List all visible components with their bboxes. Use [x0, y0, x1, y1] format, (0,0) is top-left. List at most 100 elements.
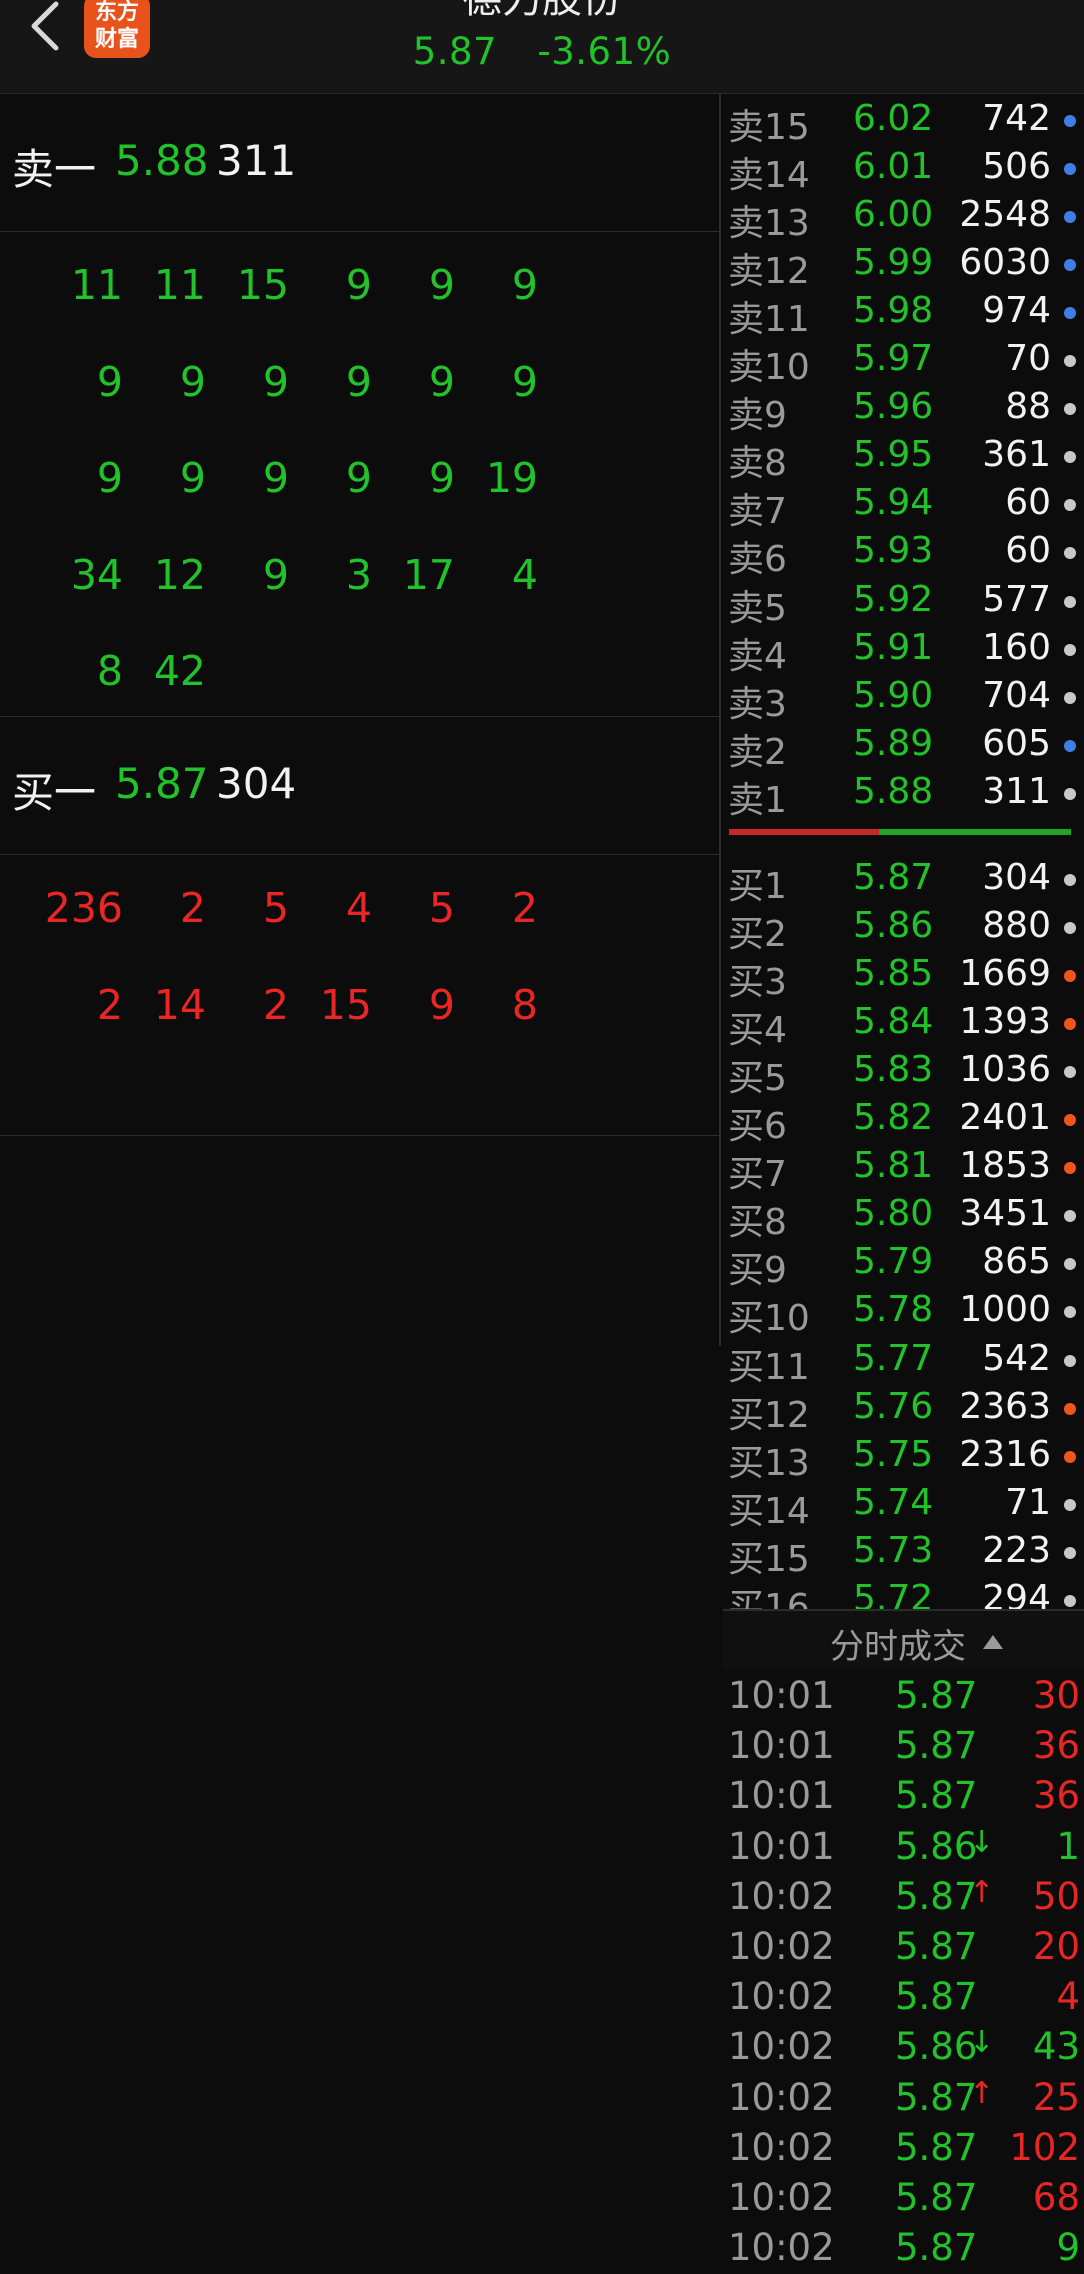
depth-volume: 1000 [959, 1289, 1051, 1330]
stock-name: 德力股份 [0, 0, 1084, 24]
sort-up-triangle-icon[interactable] [983, 1635, 1003, 1649]
depth-row[interactable]: 卖8 5.95 361 [723, 430, 1084, 484]
depth-price: 5.83 [853, 1049, 934, 1090]
depth-row[interactable]: 买2 5.86 880 [723, 901, 1084, 955]
order-dot-icon [1064, 644, 1076, 656]
depth-volume: 223 [982, 1530, 1051, 1571]
depth-row[interactable]: 卖11 5.98 974 [723, 286, 1084, 340]
depth-row[interactable]: 卖2 5.89 605 [723, 719, 1084, 773]
depth-row[interactable]: 买11 5.77 542 [723, 1334, 1084, 1388]
depth-panel[interactable]: 卖15 6.02 742 卖14 6.01 506 卖13 6.00 2548 卖12 5.99 60… [723, 94, 1084, 2269]
bid1-order-queue: 236 2 5 4 5 2 2 14 2 15 9 8 [0, 856, 719, 1136]
depth-price: 5.87 [853, 857, 934, 898]
depth-row[interactable]: 卖13 6.00 2548 [723, 190, 1084, 244]
depth-volume: 605 [982, 723, 1051, 764]
depth-volume: 577 [982, 579, 1051, 620]
bid1-label: 买一 [12, 768, 97, 817]
depth-row[interactable]: 买8 5.80 3451 [723, 1189, 1084, 1243]
depth-row[interactable]: 买15 5.73 223 [723, 1526, 1084, 1580]
trade-volume: 4 [1056, 1975, 1080, 2018]
order-dot-icon [1064, 1499, 1076, 1511]
depth-volume: 1853 [959, 1145, 1051, 1186]
trade-time: 10:02 [728, 2176, 835, 2219]
depth-row[interactable]: 买12 5.76 2363 [723, 1382, 1084, 1436]
depth-row[interactable]: 买5 5.83 1036 [723, 1045, 1084, 1099]
order-dot-icon [1064, 1258, 1076, 1270]
trade-row: 10:02 5.87 ↑ 50 [723, 1873, 1084, 1923]
depth-row[interactable]: 买13 5.75 2316 [723, 1430, 1084, 1484]
trade-price: 5.87 [895, 2226, 978, 2269]
depth-row[interactable]: 卖7 5.94 60 [723, 478, 1084, 532]
trade-time: 10:01 [728, 1674, 835, 1717]
order-dot-icon [1064, 740, 1076, 752]
depth-volume: 1036 [959, 1049, 1051, 1090]
trade-row: 10:02 5.87 20 [723, 1923, 1084, 1973]
depth-row[interactable]: 卖9 5.96 88 [723, 382, 1084, 436]
depth-price: 5.76 [853, 1386, 934, 1427]
trade-volume: 1 [1056, 1825, 1080, 1868]
depth-volume: 71 [1005, 1482, 1051, 1523]
depth-price: 5.74 [853, 1482, 934, 1523]
depth-price: 5.86 [853, 905, 934, 946]
depth-row[interactable]: 卖15 6.02 742 [723, 94, 1084, 148]
depth-row[interactable]: 买4 5.84 1393 [723, 997, 1084, 1051]
depth-volume: 311 [982, 771, 1051, 812]
trade-price: 5.86 [895, 1825, 978, 1868]
trade-volume: 36 [1032, 1724, 1080, 1767]
depth-row[interactable]: 卖6 5.93 60 [723, 526, 1084, 580]
depth-row[interactable]: 卖4 5.91 160 [723, 623, 1084, 677]
depth-volume: 974 [982, 290, 1051, 331]
depth-volume: 2316 [959, 1434, 1051, 1475]
depth-row[interactable]: 卖12 5.99 6030 [723, 238, 1084, 292]
depth-price: 6.01 [853, 146, 934, 187]
depth-row[interactable]: 卖3 5.90 704 [723, 671, 1084, 725]
trades-header[interactable]: 分时成交 [723, 1609, 1084, 1669]
trade-price: 5.86 [895, 2025, 978, 2068]
trade-time: 10:02 [728, 1975, 835, 2018]
order-dot-icon [1064, 211, 1076, 223]
queue-order-cell: 9 [511, 261, 538, 309]
price-line: 5.87 -3.61% [0, 30, 1084, 73]
depth-row[interactable]: 卖5 5.92 577 [723, 575, 1084, 629]
trade-price: 5.87 [895, 1674, 978, 1717]
trade-volume: 43 [1032, 2025, 1080, 2068]
depth-row[interactable]: 买3 5.85 1669 [723, 949, 1084, 1003]
depth-row[interactable]: 卖1 5.88 311 [723, 767, 1084, 821]
bid-ask-ratio-bar-green [879, 829, 1071, 835]
depth-volume: 865 [982, 1241, 1051, 1282]
queue-order-cell: 19 [485, 454, 538, 502]
depth-row[interactable]: 买9 5.79 865 [723, 1237, 1084, 1291]
order-dot-icon [1064, 1355, 1076, 1367]
depth-row[interactable]: 买1 5.87 304 [723, 853, 1084, 907]
depth-volume: 506 [982, 146, 1051, 187]
depth-row[interactable]: 买14 5.74 71 [723, 1478, 1084, 1532]
bid1-price: 5.87 [115, 759, 209, 808]
depth-row[interactable]: 买6 5.82 2401 [723, 1093, 1084, 1147]
depth-row[interactable]: 卖14 6.01 506 [723, 142, 1084, 196]
trade-price: 5.87 [895, 2176, 978, 2219]
trade-time: 10:01 [728, 1774, 835, 1817]
trade-row: 10:01 5.87 30 [723, 1672, 1084, 1722]
order-dot-icon [1064, 307, 1076, 319]
depth-row[interactable]: 买10 5.78 1000 [723, 1285, 1084, 1339]
ask1-label: 卖一 [12, 145, 97, 194]
queue-order-cell: 42 [153, 647, 206, 695]
trade-row: 10:02 5.86 ↓ 43 [723, 2023, 1084, 2073]
depth-row[interactable]: 买7 5.81 1853 [723, 1141, 1084, 1195]
arrow-up-icon: ↑ [969, 2076, 995, 2111]
depth-volume: 542 [982, 1338, 1051, 1379]
top-bar: 东方 财富 德力股份 5.87 -3.61% [0, 0, 1084, 94]
depth-volume: 70 [1005, 338, 1051, 379]
trade-time: 10:02 [728, 2126, 835, 2169]
depth-row[interactable]: 卖10 5.97 70 [723, 334, 1084, 388]
depth-price: 5.77 [853, 1338, 934, 1379]
trade-volume: 30 [1032, 1674, 1080, 1717]
trade-row: 10:02 5.87 ↑ 25 [723, 2074, 1084, 2124]
trade-price: 5.87 [895, 1724, 978, 1767]
queue-order-cell: 9 [511, 357, 538, 406]
depth-volume: 60 [1005, 530, 1051, 571]
order-dot-icon [1064, 163, 1076, 175]
order-dot-icon [1064, 970, 1076, 982]
trade-time: 10:02 [728, 2025, 835, 2068]
order-dot-icon [1064, 1114, 1076, 1126]
